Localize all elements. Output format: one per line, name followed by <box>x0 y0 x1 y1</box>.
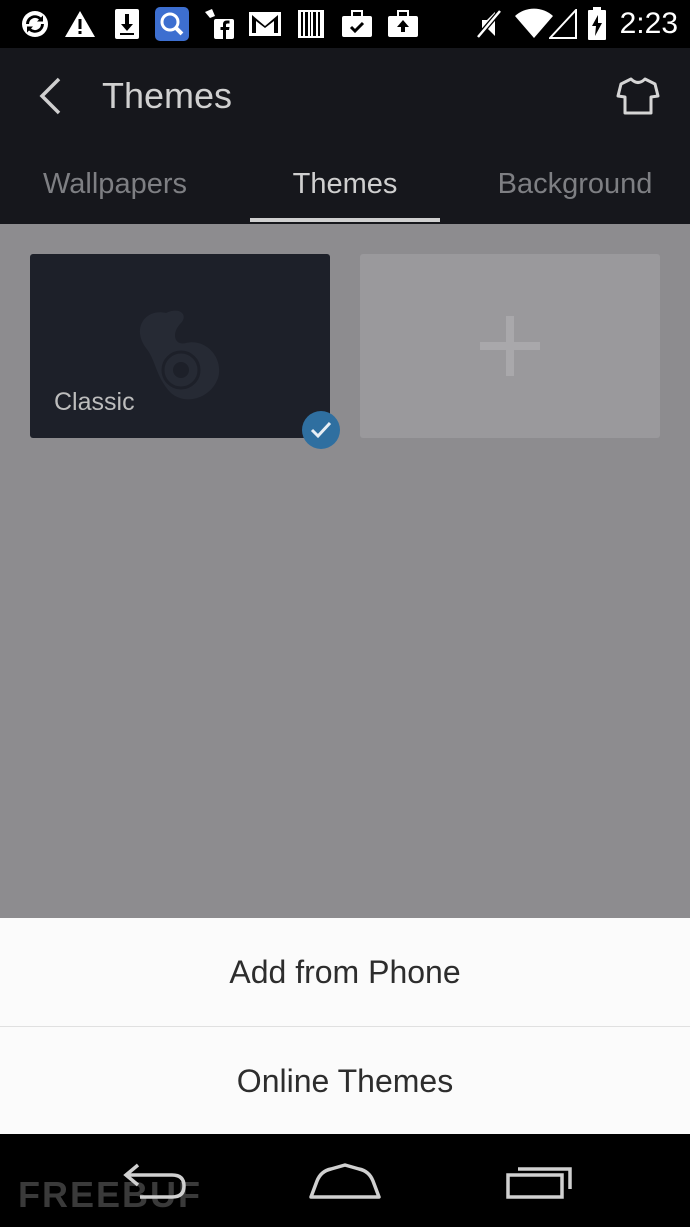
navigation-bar: FREEBUF <box>0 1134 690 1227</box>
nav-recents-button[interactable] <box>496 1148 582 1214</box>
plus-icon <box>480 316 540 376</box>
theme-label-classic: Classic <box>54 388 135 416</box>
tab-bar: Wallpapers Themes Background <box>0 144 690 224</box>
nav-home-button[interactable] <box>300 1148 390 1214</box>
theme-store-button[interactable] <box>604 68 672 124</box>
back-button[interactable] <box>22 66 78 126</box>
briefcase-icon <box>340 8 374 40</box>
back-icon <box>123 1163 186 1199</box>
add-from-phone-option[interactable]: Add from Phone <box>0 918 690 1026</box>
page-title: Themes <box>102 75 233 116</box>
tab-wallpapers[interactable]: Wallpapers <box>0 144 230 224</box>
signal-icon <box>548 8 578 40</box>
barcode-icon <box>296 8 326 40</box>
tab-background[interactable]: Background <box>460 144 690 224</box>
recent-apps-icon <box>506 1167 572 1199</box>
app-bar: Themes <box>0 48 690 144</box>
gmail-icon <box>248 8 282 40</box>
status-bar: 2:23 <box>0 0 690 48</box>
bottom-sheet: Add from Phone Online Themes <box>0 918 690 1134</box>
tab-indicator <box>250 218 440 222</box>
online-themes-option[interactable]: Online Themes <box>0 1027 690 1135</box>
clock: 2:23 <box>619 7 678 40</box>
download-icon <box>112 8 142 40</box>
battery-icon <box>586 7 608 40</box>
theme-card-classic[interactable]: Classic <box>30 254 330 438</box>
nav-back-button[interactable] <box>110 1148 200 1214</box>
search-app-icon <box>155 7 189 41</box>
briefcase-upload-icon <box>386 8 420 40</box>
back-arrow-icon <box>39 77 61 115</box>
selected-check-icon <box>302 411 340 449</box>
shirt-icon <box>616 77 660 115</box>
tab-themes[interactable]: Themes <box>250 144 440 224</box>
add-theme-tile[interactable] <box>360 254 660 438</box>
home-icon <box>309 1163 381 1199</box>
sync-icon <box>18 8 52 40</box>
warning-icon <box>62 8 98 40</box>
squirrel-logo-icon <box>139 310 220 400</box>
facebook-icon <box>202 8 236 40</box>
mute-icon <box>472 8 506 40</box>
